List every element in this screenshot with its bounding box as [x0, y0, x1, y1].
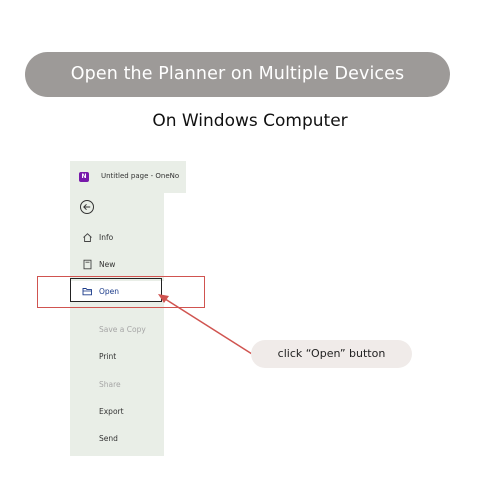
onenote-file-menu-screenshot: N Untitled page - OneNo Info New Open Sa…	[70, 161, 186, 456]
menu-item-share: Share	[70, 374, 164, 394]
tutorial-page: Open the Planner on Multiple Devices On …	[0, 0, 500, 500]
back-arrow-icon[interactable]	[79, 199, 95, 215]
content-area	[164, 193, 186, 456]
folder-open-icon	[82, 288, 92, 296]
menu-item-save-a-copy: Save a Copy	[70, 319, 164, 339]
window-title: Untitled page - OneNo	[101, 172, 180, 180]
home-icon	[83, 233, 92, 242]
menu-item-label: Save a Copy	[99, 325, 146, 334]
title-bar: N Untitled page - OneNo	[70, 161, 186, 193]
menu-item-label: Open	[99, 287, 120, 296]
menu-item-print[interactable]: Print	[70, 346, 164, 366]
banner-title: Open the Planner on Multiple Devices	[25, 52, 450, 97]
new-page-icon	[83, 259, 92, 270]
menu-item-new[interactable]: New	[70, 254, 164, 274]
instruction-callout: click “Open” button	[251, 340, 412, 368]
menu-item-export[interactable]: Export	[70, 401, 164, 421]
menu-item-label: New	[99, 260, 116, 269]
menu-item-send[interactable]: Send	[70, 428, 164, 448]
section-subtitle: On Windows Computer	[152, 111, 348, 131]
menu-item-label: Share	[99, 380, 121, 389]
menu-item-open[interactable]: Open	[70, 281, 164, 301]
menu-item-label: Info	[99, 233, 114, 242]
menu-item-label: Send	[99, 434, 118, 443]
menu-item-label: Print	[99, 352, 117, 361]
menu-item-label: Export	[99, 407, 124, 416]
menu-item-info[interactable]: Info	[70, 227, 164, 247]
onenote-icon: N	[79, 172, 89, 182]
